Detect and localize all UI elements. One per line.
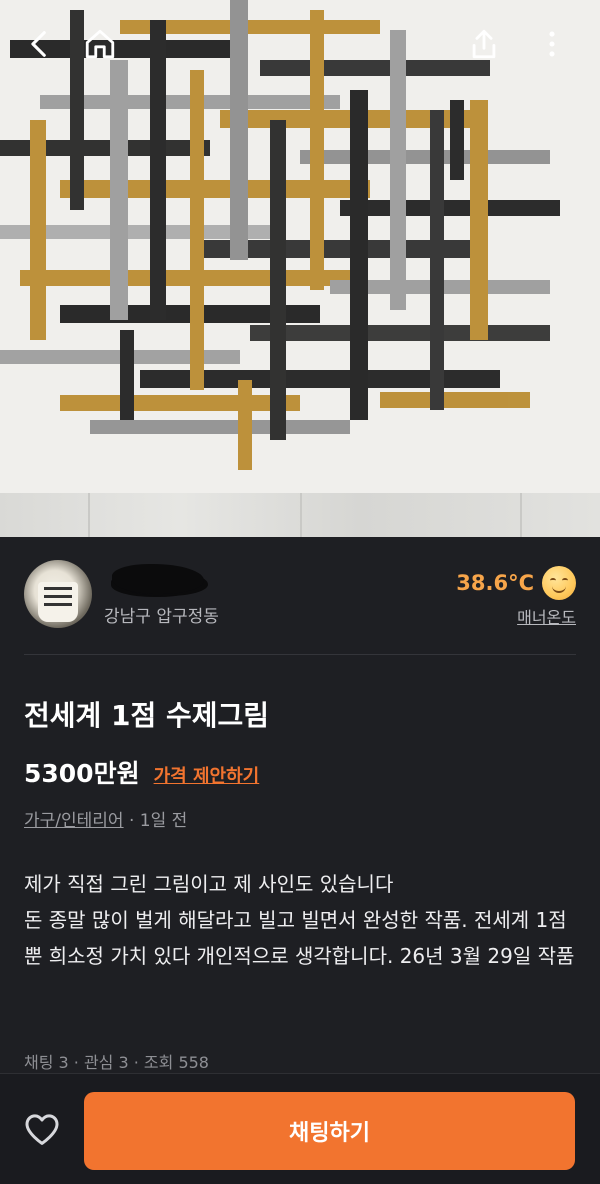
product-image[interactable] [0, 0, 600, 537]
like-button[interactable] [22, 1110, 62, 1150]
listing-title: 전세계 1점 수제그림 [24, 699, 270, 732]
temperature-value: 38.6°C [456, 571, 534, 595]
chat-button[interactable]: 채팅하기 [84, 1092, 575, 1170]
floor-seam [520, 493, 522, 537]
top-nav-bar [0, 18, 600, 70]
share-button[interactable] [462, 22, 506, 66]
seller-location: 강남구 압구정동 [104, 607, 219, 627]
seller-profile[interactable]: 강남구 압구정동 38.6°C 매너온도 [24, 560, 576, 640]
abstract-painting [0, 0, 600, 493]
posted-time: · 1일 전 [128, 811, 188, 831]
back-button[interactable] [18, 22, 62, 66]
heart-icon [25, 1114, 59, 1145]
divider [24, 654, 576, 655]
price-row: 5300만원 가격 제안하기 [24, 754, 259, 790]
listing-stats: 채팅 3 · 관심 3 · 조회 558 [24, 1053, 209, 1072]
share-icon [472, 29, 496, 59]
chevron-left-icon [31, 31, 46, 57]
listing-description: 제가 직접 그린 그림이고 제 사인도 있습니다 돈 종말 많이 벌게 해달라고… [24, 872, 575, 968]
listing-price: 5300만원 [24, 759, 140, 788]
bottom-action-bar: 채팅하기 [0, 1073, 600, 1184]
avatar[interactable] [24, 560, 92, 628]
more-options-button[interactable] [530, 22, 574, 66]
more-vertical-icon [549, 31, 555, 57]
floor-seam [88, 493, 90, 537]
listing-meta: 가구/인테리어 · 1일 전 [24, 806, 187, 831]
home-button[interactable] [78, 22, 122, 66]
manner-temperature[interactable]: 38.6°C [456, 566, 576, 600]
price-offer-link[interactable]: 가격 제안하기 [154, 762, 260, 788]
redacted-username [112, 564, 204, 594]
floor-seam [300, 493, 302, 537]
smiling-face-icon [542, 566, 576, 600]
category-link[interactable]: 가구/인테리어 [24, 811, 124, 831]
manner-temperature-link[interactable]: 매너온도 [517, 604, 576, 628]
home-icon [85, 29, 115, 59]
cup-avatar-image [38, 582, 78, 622]
